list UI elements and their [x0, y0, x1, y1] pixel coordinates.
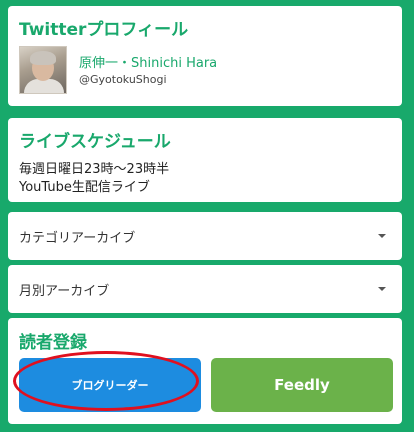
chevron-down-icon: [378, 287, 386, 291]
avatar[interactable]: [19, 46, 67, 94]
chevron-down-icon: [378, 234, 386, 238]
reader-registration-title: 読者登録: [19, 333, 87, 353]
reader-registration-widget: 読者登録 ブログリーダー Feedly: [8, 318, 402, 424]
blog-reader-button[interactable]: ブログリーダー: [19, 358, 201, 412]
live-schedule-widget: ライブスケジュール 毎週日曜日23時〜23時半 YouTube生配信ライブ: [8, 118, 402, 202]
live-schedule-title: ライブスケジュール: [19, 132, 171, 152]
category-archive-label: カテゴリアーカイブ: [19, 231, 136, 246]
twitter-profile-widget: Twitterプロフィール 原伸一・Shinichi Hara @Gyotoku…: [8, 6, 402, 106]
monthly-archive-select[interactable]: 月別アーカイブ: [8, 265, 402, 313]
avatar-body: [24, 79, 64, 93]
live-schedule-time: 毎週日曜日23時〜23時半: [19, 162, 170, 177]
category-archive-select[interactable]: カテゴリアーカイブ: [8, 212, 402, 260]
feedly-button[interactable]: Feedly: [211, 358, 393, 412]
live-schedule-description: YouTube生配信ライブ: [19, 180, 150, 195]
avatar-hair: [30, 51, 56, 65]
twitter-widget-title: Twitterプロフィール: [19, 20, 189, 40]
monthly-archive-label: 月別アーカイブ: [19, 284, 110, 299]
twitter-handle: @GyotokuShogi: [79, 73, 167, 86]
twitter-name-link[interactable]: 原伸一・Shinichi Hara: [79, 52, 217, 71]
